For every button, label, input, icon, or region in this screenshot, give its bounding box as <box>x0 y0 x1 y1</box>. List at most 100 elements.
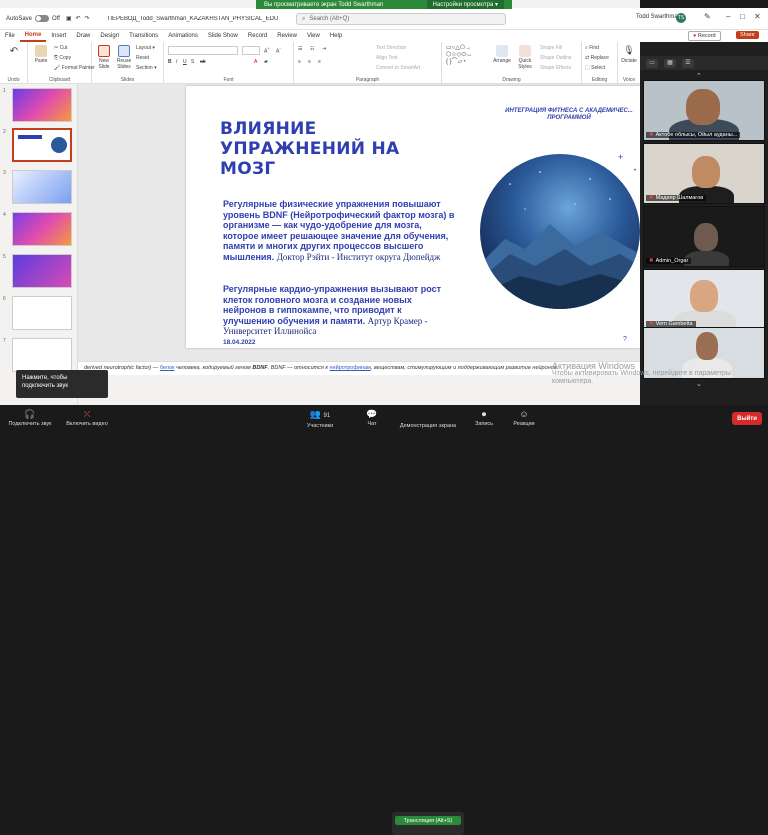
indent-icon[interactable]: ⇥ <box>322 46 326 52</box>
font-color-icon[interactable]: A <box>254 59 257 65</box>
align-text-button[interactable]: Align Text <box>376 55 398 61</box>
leave-button[interactable]: Выйти <box>732 412 762 425</box>
chevron-up-icon[interactable]: ⌃ <box>696 72 702 80</box>
participant-tile-4[interactable]: ✖ Vern Gambetta <box>643 269 765 330</box>
search-input[interactable]: ⌕ Search (Alt+Q) <box>296 13 506 25</box>
layout-button[interactable]: Layout ▾ <box>136 45 155 51</box>
mountain-night-sky-image[interactable] <box>480 154 640 309</box>
replace-icon: ⇄ <box>585 55 590 61</box>
participant-tile-2[interactable]: ✖ Мадияр Шалмагов <box>643 143 765 204</box>
gallery-view-icon[interactable]: ▦ <box>664 58 676 68</box>
shape-outline-button[interactable]: Shape Outline <box>540 55 572 61</box>
tab-draw[interactable]: Draw <box>71 30 95 42</box>
pen-icon[interactable]: ✎ <box>704 12 711 21</box>
font-name-select[interactable] <box>168 46 238 55</box>
slides-group: New Slide Reuse Slides Layout ▾ Reset Se… <box>92 42 164 84</box>
reuse-slides-button[interactable]: Reuse Slides <box>115 45 133 70</box>
highlight-icon[interactable]: ▰ <box>264 59 268 65</box>
slide-thumbnail-7[interactable] <box>12 338 72 372</box>
format-painter-button[interactable]: 🖌 Format Painter <box>54 65 95 71</box>
shape-effects-button[interactable]: Shape Effects <box>540 65 571 71</box>
tab-design[interactable]: Design <box>95 30 124 42</box>
chat-button[interactable]: 💬 Чат <box>356 405 388 432</box>
tab-file[interactable]: File <box>0 30 20 42</box>
record-meeting-button[interactable]: ⏺ Запись <box>466 405 502 432</box>
align-center-icon[interactable]: ≡ <box>308 59 311 65</box>
tab-help[interactable]: Help <box>325 30 347 42</box>
cut-button[interactable]: ✂ Cut <box>54 45 67 51</box>
tab-animations[interactable]: Animations <box>163 30 203 42</box>
slide-thumbnail-2[interactable] <box>12 128 72 162</box>
shadow-icon[interactable]: S <box>191 59 194 65</box>
tab-insert[interactable]: Insert <box>46 30 71 42</box>
italic-icon[interactable]: I <box>176 59 177 65</box>
reset-button[interactable]: Reset <box>136 55 149 61</box>
select-button[interactable]: ⬚ Select <box>585 65 605 71</box>
bold-icon[interactable]: B <box>168 59 172 65</box>
record-button[interactable]: ● Record <box>688 31 721 41</box>
bullets-icon[interactable]: ☰ <box>298 46 302 52</box>
view-options-button[interactable]: Настройки просмотра ▾ <box>426 0 504 9</box>
start-video-button[interactable]: ⛌ Включить видео <box>58 405 116 432</box>
align-right-icon[interactable]: ≡ <box>318 59 321 65</box>
redo-icon[interactable]: ↷ <box>85 15 90 22</box>
participants-button[interactable]: 👥 91 Участники <box>298 405 342 432</box>
underline-icon[interactable]: U <box>183 59 187 65</box>
numbering-icon[interactable]: ☷ <box>310 46 314 52</box>
slide-thumbnail-4[interactable] <box>12 212 72 246</box>
convert-smartart-button[interactable]: Convert to SmartArt <box>376 65 420 71</box>
tab-record[interactable]: Record <box>243 30 272 42</box>
reactions-button[interactable]: ☺ Реакции <box>506 405 542 432</box>
share-button[interactable]: Share <box>736 31 759 39</box>
grow-font-icon[interactable]: A+ <box>264 46 270 55</box>
undo-icon[interactable]: ↶ <box>76 15 81 22</box>
share-screen-button[interactable]: Демонстрация экрана <box>392 417 464 432</box>
zoom-share-banner: Вы просматриваете экран Todd Swarthman Н… <box>256 0 512 9</box>
join-audio-button[interactable]: 🎧 Подключить звук <box>2 405 58 432</box>
autosave-toggle[interactable]: AutoSave Off <box>6 15 60 22</box>
slide-title[interactable]: ВЛИЯНИЕ УПРАЖНЕНИЙ НА МОЗГ <box>220 119 450 179</box>
arrange-button[interactable]: Arrange <box>492 45 512 64</box>
font-size-select[interactable] <box>242 46 260 55</box>
notes-link-neurotrophins[interactable]: нейротрофинам <box>330 365 371 371</box>
panel-view-controls: ▭ ▦ ☰ <box>640 56 768 70</box>
tab-view[interactable]: View <box>302 30 325 42</box>
slide-body-paragraph-1[interactable]: Регулярные физические упражнения повышаю… <box>223 199 455 262</box>
tab-home[interactable]: Home <box>19 30 47 42</box>
broadcast-button[interactable]: Трансляция (Alt+S) <box>395 816 461 825</box>
slide-body-paragraph-2[interactable]: Регулярные кардио-упражнения вызывают ро… <box>223 284 455 337</box>
participant-tile-1[interactable]: ✖ Актобе облысы, Ойыл ауданы... <box>643 80 765 141</box>
strikethrough-icon[interactable]: ab <box>200 59 206 65</box>
minimize-icon[interactable]: – <box>726 12 730 21</box>
find-button[interactable]: ⌕ Find <box>585 45 599 51</box>
tab-transitions[interactable]: Transitions <box>124 30 163 42</box>
dictate-button[interactable]: 🎙 Dictate <box>620 45 638 64</box>
new-slide-button[interactable]: New Slide <box>95 45 113 70</box>
slide-thumbnail-6[interactable] <box>12 296 72 330</box>
slide-thumbnail-3[interactable] <box>12 170 72 204</box>
slide-thumbnail-5[interactable] <box>12 254 72 288</box>
notes-link-protein[interactable]: белок <box>160 365 175 371</box>
quick-styles-button[interactable]: Quick Styles <box>514 45 536 70</box>
current-slide[interactable]: ИНТЕГРАЦИЯ ФИТНЕСА С АКАДЕМИЧЕС... ПРОГР… <box>186 86 640 348</box>
shape-fill-button[interactable]: Shape Fill <box>540 45 562 51</box>
speaker-view-icon[interactable]: ▭ <box>646 58 658 68</box>
replace-button[interactable]: ⇄ Replace <box>585 55 609 61</box>
tab-review[interactable]: Review <box>272 30 302 42</box>
section-button[interactable]: Section ▾ <box>136 65 157 71</box>
save-icon[interactable]: ▣ <box>66 15 72 22</box>
copy-button[interactable]: ⎘ Copy <box>54 55 71 61</box>
undo-button[interactable]: ↶ <box>6 46 22 59</box>
maximize-icon[interactable]: □ <box>740 12 745 21</box>
shapes-gallery[interactable]: ▭○△⬠→ ⬡☆◇⬭↔{ }⌒▱◔ <box>446 45 492 66</box>
avatar[interactable]: TS <box>676 13 686 23</box>
slide-thumbnail-1[interactable] <box>12 88 72 122</box>
paste-button[interactable]: Paste <box>31 45 51 64</box>
tab-slide-show[interactable]: Slide Show <box>203 30 243 42</box>
participant-tile-3[interactable]: ✖ Admin_Orgar <box>643 206 765 267</box>
text-direction-button[interactable]: Text Direction <box>376 45 406 51</box>
align-left-icon[interactable]: ≡ <box>298 59 301 65</box>
layout-view-icon[interactable]: ☰ <box>682 58 694 68</box>
shrink-font-icon[interactable]: A- <box>276 46 281 55</box>
close-icon[interactable]: ✕ <box>754 12 761 21</box>
